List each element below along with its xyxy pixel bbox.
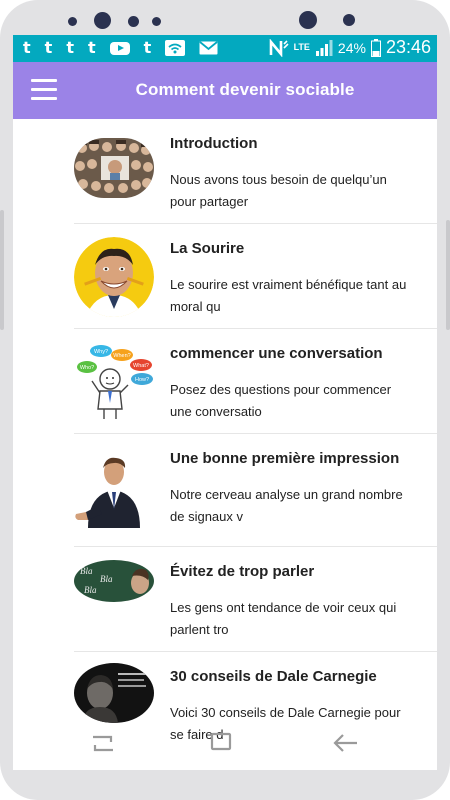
app-title: Comment devenir sociable [135,80,355,99]
phone-power-button [446,220,450,330]
nfc-icon [269,38,289,57]
phone-sensor-dot [343,14,355,26]
item-description: Le sourire est vraiment bénéfique tant a… [170,274,431,318]
item-title: La Sourire [170,240,245,257]
lte-indicator: LTE [293,42,310,52]
item-description-line: pour partager [170,194,249,209]
bubble-what: What? [133,363,149,369]
tumblr-notification-icon: t [23,38,31,57]
smiling-man-image [74,237,154,317]
phone-camera-icon [94,12,111,29]
item-description: Notre cerveau analyse un grand nombre de… [170,484,431,528]
item-description-line: une conversatio [170,404,262,419]
list-item[interactable]: La Sourire Le sourire est vraiment bénéf… [74,224,437,329]
item-description-line: moral qu [170,299,221,314]
item-description-line: Posez des questions pour commencer [170,382,392,397]
phone-sensor-dot [68,17,77,26]
system-indicators: LTE 24% 23:46 [269,37,431,58]
crowd-faces-image [74,138,154,198]
bla-text: Bla [80,566,93,576]
item-description-line: de signaux v [170,509,243,524]
recent-apps-icon[interactable] [83,727,123,763]
item-description-line: Nous avons tous besoin de quelqu’un [170,172,387,187]
bubble-who: Who? [80,365,94,371]
home-icon[interactable] [201,727,241,763]
youtube-notification-icon [109,41,130,55]
item-title: Introduction [170,135,258,152]
list-item[interactable]: Une bonne première impression Notre cerv… [74,434,437,547]
bla-text: Bla [84,585,97,595]
phone-sensor-dot [128,16,139,27]
tumblr-notification-icon: t [143,38,152,57]
item-description-line: Les gens ont tendance de voir ceux qui [170,600,397,615]
handshake-man-image [74,448,154,528]
item-description: Les gens ont tendance de voir ceux qui p… [170,597,431,641]
item-description-line: Voici 30 conseils de Dale Carnegie pour [170,705,401,720]
notification-icons: t t t t t [23,38,218,58]
item-description: Nous avons tous besoin de quelqu’un pour… [170,169,431,213]
item-title: Une bonne première impression [170,450,400,467]
status-bar: t t t t t LTE 24% 23:46 [13,35,437,62]
battery-percent: 24% [337,39,366,56]
dale-carnegie-portrait-image [74,663,154,723]
app-bar: Comment devenir sociable [13,62,437,119]
list-item[interactable]: Introduction Nous avons tous besoin de q… [74,119,437,224]
speech-bubbles-image: Why? When? Who? What? How? [74,341,154,421]
bubble-how: How? [135,377,149,383]
item-description: Posez des questions pour commencer une c… [170,379,431,423]
phone-speaker-dot [299,11,317,29]
item-description-line: Le sourire est vraiment bénéfique tant a… [170,277,407,292]
battery-icon [370,38,381,57]
bubble-why: Why? [94,349,108,355]
phone-frame: t t t t t LTE 24% 23:46 Comment devenir … [0,0,450,800]
item-description-line: parlent tro [170,622,229,637]
bubble-when: When? [113,353,130,359]
navigation-bar [13,723,437,770]
item-description-line: Notre cerveau analyse un grand nombre [170,487,403,502]
phone-sensor-dot [152,17,161,26]
signal-strength-icon [315,39,333,56]
item-title: 30 conseils de Dale Carnegie [170,668,377,685]
list-item[interactable]: Why? When? Who? What? How? commencer une… [74,329,437,434]
tumblr-notification-icon: t [66,38,74,57]
tumblr-notification-icon: t [44,38,53,57]
list-item[interactable]: Bla Bla Bla Évitez de trop parler Les ge… [74,547,437,652]
clock: 23:46 [385,37,431,57]
wifi-notification-icon [165,40,186,56]
item-title: commencer une conversation [170,345,383,362]
back-arrow-icon[interactable] [325,727,365,763]
app-screen: t t t t t LTE 24% 23:46 Comment devenir … [13,35,437,770]
item-title: Évitez de trop parler [170,563,315,580]
mail-notification-icon [199,41,218,55]
tumblr-notification-icon: t [87,38,96,57]
bla-text: Bla [100,574,113,584]
phone-volume-button [0,210,4,330]
hamburger-menu-icon[interactable] [31,79,59,101]
bla-bla-chalkboard-image: Bla Bla Bla [74,560,154,602]
